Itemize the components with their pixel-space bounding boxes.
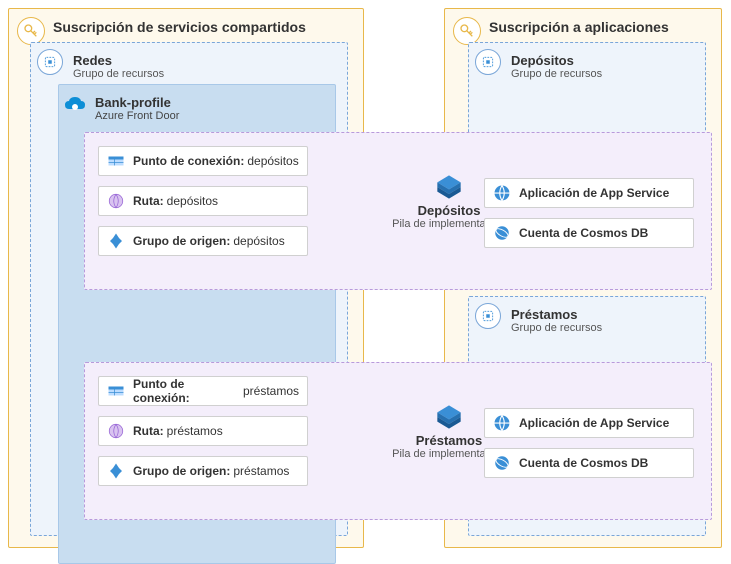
endpoint-row: Punto de conexión: préstamos (98, 376, 308, 406)
row-label: Ruta: (133, 194, 164, 208)
app-service-row: Aplicación de App Service (484, 408, 694, 438)
resource-group-subtitle: Grupo de recursos (469, 68, 705, 88)
key-icon (17, 17, 45, 45)
row-label: Ruta: (133, 424, 164, 438)
route-icon (107, 422, 125, 440)
front-door-title: Bank-profile (59, 85, 335, 110)
app-service-icon (493, 184, 511, 202)
origin-group-row: Grupo de origen: préstamos (98, 456, 308, 486)
row-value: depósitos (233, 234, 284, 248)
subscription-title: Suscripción a aplicaciones (445, 9, 721, 41)
row-label: Grupo de origen: (133, 464, 230, 478)
stack-icon (435, 173, 463, 201)
resource-group-icon (37, 49, 63, 75)
subscription-title: Suscripción de servicios compartidos (9, 9, 363, 41)
app-service-row: Aplicación de App Service (484, 178, 694, 208)
row-value: depósitos (247, 154, 298, 168)
endpoint-icon (107, 382, 125, 400)
row-value: préstamos (167, 424, 223, 438)
resource-group-title: Redes (31, 43, 347, 68)
cosmos-db-icon (493, 454, 511, 472)
route-row: Ruta: depósitos (98, 186, 308, 216)
resource-group-subtitle: Grupo de recursos (469, 322, 705, 342)
key-icon (453, 17, 481, 45)
route-icon (107, 192, 125, 210)
front-door-subtitle: Azure Front Door (59, 110, 335, 130)
cosmos-db-icon (493, 224, 511, 242)
app-service-icon (493, 414, 511, 432)
endpoint-icon (107, 152, 125, 170)
cosmos-db-row: Cuenta de Cosmos DB (484, 218, 694, 248)
route-row: Ruta: préstamos (98, 416, 308, 446)
row-value: préstamos (233, 464, 289, 478)
front-door-icon (63, 93, 89, 119)
resource-group-title: Préstamos (469, 297, 705, 322)
origin-group-icon (107, 462, 125, 480)
endpoint-row: Punto de conexión: depósitos (98, 146, 308, 176)
row-label: Grupo de origen: (133, 234, 230, 248)
origin-group-icon (107, 232, 125, 250)
row-value: préstamos (243, 384, 299, 398)
row-label: Aplicación de App Service (519, 416, 669, 430)
row-label: Cuenta de Cosmos DB (519, 226, 648, 240)
stack-icon (435, 403, 463, 431)
resource-group-icon (475, 303, 501, 329)
row-label: Cuenta de Cosmos DB (519, 456, 648, 470)
row-label: Aplicación de App Service (519, 186, 669, 200)
row-label: Punto de conexión: (133, 154, 244, 168)
row-value: depósitos (167, 194, 218, 208)
resource-group-title: Depósitos (469, 43, 705, 68)
origin-group-row: Grupo de origen: depósitos (98, 226, 308, 256)
row-label: Punto de conexión: (133, 377, 240, 405)
cosmos-db-row: Cuenta de Cosmos DB (484, 448, 694, 478)
resource-group-icon (475, 49, 501, 75)
